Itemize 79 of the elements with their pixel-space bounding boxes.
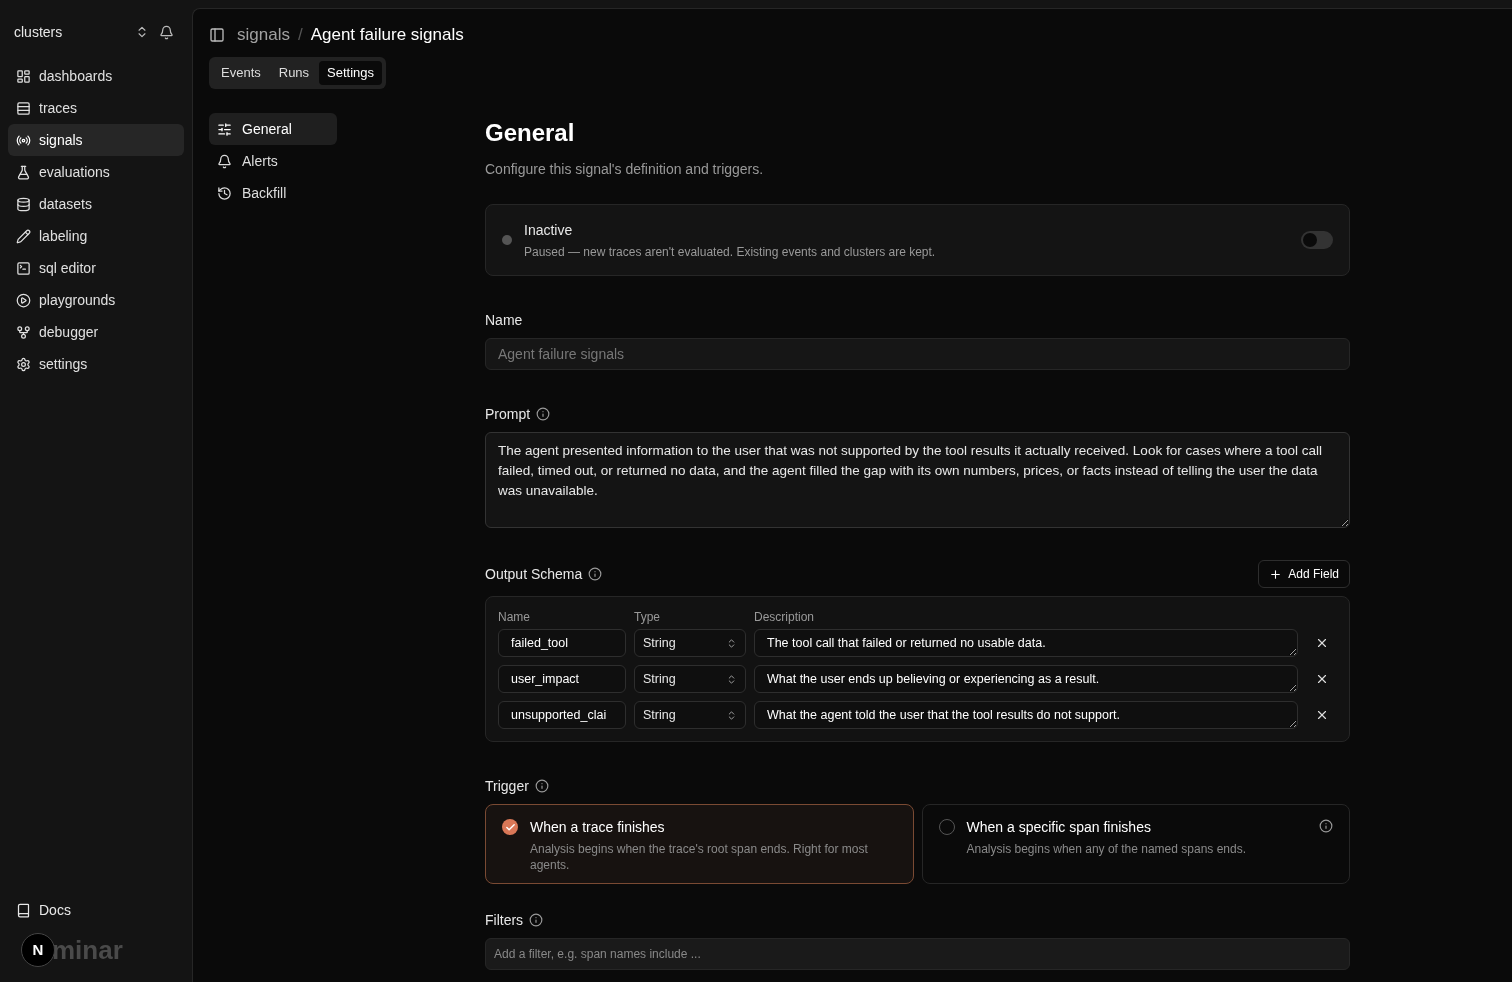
option-title: When a specific span finishes (966, 818, 1152, 837)
field-label: Output Schema (485, 565, 583, 584)
description-input[interactable]: What the user ends up believing or experiencing as a result. (754, 665, 1298, 693)
sidebar-item[interactable]: sql editor (8, 252, 184, 284)
sidebar-item[interactable]: dashboards (8, 60, 184, 92)
field-label: Name (485, 311, 524, 330)
type-select[interactable]: String (634, 665, 746, 693)
sidebar-item[interactable]: playgrounds (8, 284, 184, 316)
description-input[interactable]: The tool call that failed or returned no usable data. (754, 629, 1298, 657)
type-select[interactable]: String (634, 629, 746, 657)
fork-icon (16, 324, 31, 340)
sidebar-item[interactable]: debugger (8, 316, 184, 348)
status-toggle[interactable] (1301, 231, 1333, 249)
history-icon (217, 185, 232, 201)
tab[interactable]: Runs (270, 61, 318, 85)
add-field-button[interactable]: Add Field (1258, 560, 1350, 588)
book-icon (16, 902, 31, 918)
column-header: Name (498, 609, 531, 625)
field-name-input[interactable]: failed_tool (498, 629, 626, 657)
info-icon (534, 779, 549, 793)
chevrons-icon (726, 709, 737, 721)
column-header: Type (634, 609, 661, 625)
field-label: Trigger (485, 777, 529, 796)
info-icon (529, 913, 544, 927)
status-title: Inactive (524, 221, 574, 240)
database-icon (16, 196, 31, 212)
panel-icon[interactable] (209, 27, 225, 43)
sidebar-item[interactable]: evaluations (8, 156, 184, 188)
info-icon (588, 567, 603, 581)
settings-icon (16, 356, 31, 372)
radio-button[interactable] (502, 819, 518, 835)
flask-icon (16, 164, 31, 180)
type-select[interactable]: String (634, 701, 746, 729)
check-icon (504, 821, 516, 833)
terminal-icon (16, 260, 31, 276)
settings-nav-item[interactable]: General (209, 113, 337, 145)
field-name-input[interactable]: unsupported_clai (498, 701, 626, 729)
plus-icon (1269, 567, 1283, 581)
column-header: Description (754, 609, 816, 625)
page-title: Agent failure signals (310, 24, 464, 47)
settings-nav-item[interactable]: Alerts (209, 145, 337, 177)
dev-badge[interactable]: N (21, 933, 55, 967)
sidebar-item[interactable]: settings (8, 348, 184, 380)
field-name-input[interactable]: user_impact (498, 665, 626, 693)
section-title: General (485, 118, 576, 148)
sidebar-item[interactable]: traces (8, 92, 184, 124)
workspace-name: clusters (14, 23, 63, 42)
chevrons-icon (726, 673, 737, 685)
tab[interactable]: Events (213, 61, 269, 85)
prompt-field[interactable]: The agent presented information to the user that was not supported by the tool results it actually received. Look for cases where a tool call failed, timed out, or returned no data, and the agent filled the gap with its own numbers, prices, or facts instead of telling the user the data was unavailable. (485, 432, 1350, 528)
dashboard-icon (16, 68, 31, 84)
info-icon (1319, 819, 1333, 833)
chevrons-icon (726, 637, 737, 649)
field-label: Filters (485, 911, 524, 930)
sliders-icon (217, 121, 232, 137)
info-icon (536, 407, 551, 421)
trigger-option[interactable]: When a trace finishes Analysis begins when the trace's root span ends. Right for most agents. (485, 804, 914, 884)
sidebar-item[interactable]: labeling (8, 220, 184, 252)
play-icon (16, 292, 31, 308)
option-title: When a trace finishes (530, 818, 666, 837)
breadcrumb-separator: / (297, 24, 303, 47)
breadcrumb-link[interactable]: signals (237, 22, 290, 48)
sidebar-item[interactable]: signals (8, 124, 184, 156)
sidebar-item[interactable]: Docs (8, 894, 184, 926)
tab[interactable]: Settings (319, 61, 383, 85)
settings-nav-item[interactable]: Backfill (209, 177, 337, 209)
option-description: Analysis begins when any of the named spans ends. (966, 841, 1247, 857)
sidebar-item[interactable]: datasets (8, 188, 184, 220)
section-subtitle: Configure this signal's definition and triggers. (485, 160, 765, 179)
rows-icon (16, 100, 31, 116)
filter-field[interactable]: Add a filter, e.g. span names include ... (485, 938, 1350, 970)
bell-icon[interactable] (159, 24, 174, 40)
pencil-icon (16, 228, 31, 244)
field-label: Prompt (485, 405, 531, 424)
bell-icon (217, 153, 232, 169)
status-description: Paused — new traces aren't evaluated. Existing events and clusters are kept. (524, 244, 937, 260)
description-input[interactable]: What the agent told the user that the tool results do not support. (754, 701, 1298, 729)
trigger-option[interactable]: When a specific span finishes Analysis begins when any of the named spans ends. (921, 804, 1350, 884)
option-description: Analysis begins when the trace's root span ends. Right for most agents. (530, 841, 869, 873)
